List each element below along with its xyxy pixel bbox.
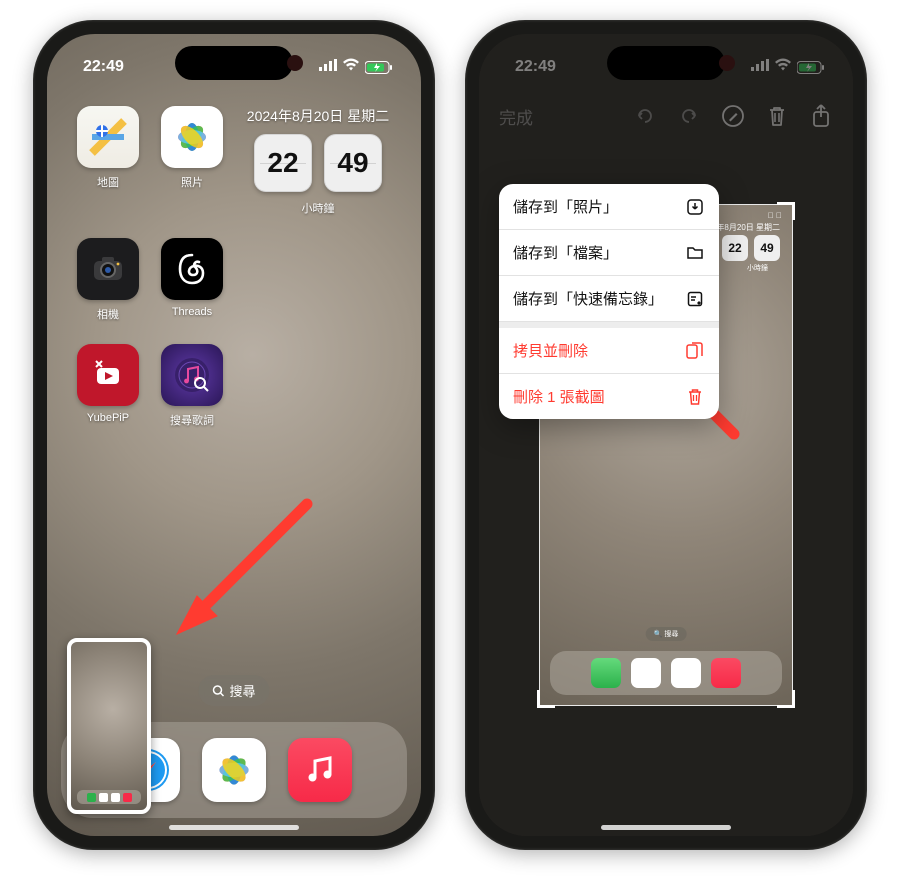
dock-photos[interactable] [202, 738, 266, 802]
status-time: 22:49 [83, 58, 124, 76]
search-label: 搜尋 [229, 681, 255, 700]
yubepip-icon [77, 344, 139, 406]
share-context-menu: 儲存到「照片」 儲存到「檔案」 儲存到「快速備忘錄」 拷貝並刪除 刪除 1 張截… [499, 184, 719, 419]
screenshot-thumbnail[interactable] [67, 638, 151, 814]
app-lyrics[interactable]: 搜尋歌詞 [155, 344, 229, 428]
trash-icon [685, 387, 705, 407]
menu-label: 儲存到「檔案」 [513, 242, 618, 263]
copy-delete-icon [685, 341, 705, 361]
crop-handle-br[interactable] [777, 690, 795, 708]
app-label: 地圖 [97, 174, 119, 190]
markup-screen: 22:49 完成 [479, 34, 853, 836]
search-pill[interactable]: 搜尋 [198, 675, 269, 706]
maps-icon [77, 106, 139, 168]
home-screen: 22:49 地圖 [47, 34, 421, 836]
battery-charging-icon [365, 61, 393, 74]
menu-label: 儲存到「照片」 [513, 196, 618, 217]
app-photos[interactable]: 照片 [155, 106, 229, 216]
menu-save-to-quick-note[interactable]: 儲存到「快速備忘錄」 [499, 276, 719, 322]
menu-label: 拷貝並刪除 [513, 340, 588, 361]
app-camera[interactable]: 相機 [71, 238, 145, 322]
clock-date: 2024年8月20日 星期二 [247, 106, 389, 126]
app-label: Threads [172, 306, 212, 318]
menu-label: 刪除 1 張截圖 [513, 386, 605, 407]
menu-copy-and-delete[interactable]: 拷貝並刪除 [499, 328, 719, 374]
camera-icon [77, 238, 139, 300]
phone-left: 22:49 地圖 [33, 20, 435, 850]
threads-icon [161, 238, 223, 300]
home-indicator[interactable] [169, 825, 299, 830]
app-label: 搜尋歌詞 [170, 412, 214, 428]
search-icon [212, 685, 224, 697]
clock-label: 小時鐘 [302, 200, 335, 216]
app-label: 照片 [181, 174, 203, 190]
app-grid: 地圖 照片 2024年8月20日 星期二 22 49 小時鐘 [47, 84, 421, 428]
home-indicator[interactable] [601, 825, 731, 830]
wifi-icon [342, 58, 360, 76]
phone-right: 22:49 完成 [465, 20, 867, 850]
dynamic-island [607, 46, 725, 80]
photos-icon [161, 106, 223, 168]
crop-handle-bl[interactable] [537, 690, 555, 708]
crop-handle-tr[interactable] [777, 202, 795, 220]
lyrics-icon [161, 344, 223, 406]
quick-note-icon [685, 289, 705, 309]
signal-icon [319, 58, 337, 76]
app-yubepip[interactable]: YubePiP [71, 344, 145, 428]
dock-music[interactable] [288, 738, 352, 802]
menu-save-to-files[interactable]: 儲存到「檔案」 [499, 230, 719, 276]
app-maps[interactable]: 地圖 [71, 106, 145, 216]
menu-delete-screenshot[interactable]: 刪除 1 張截圖 [499, 374, 719, 419]
clock-hour: 22 [254, 134, 312, 192]
app-label: YubePiP [87, 412, 129, 424]
app-threads[interactable]: Threads [155, 238, 229, 322]
save-to-photos-icon [685, 197, 705, 217]
clock-minute: 49 [324, 134, 382, 192]
folder-icon [685, 243, 705, 263]
menu-label: 儲存到「快速備忘錄」 [513, 288, 663, 309]
menu-save-to-photos[interactable]: 儲存到「照片」 [499, 184, 719, 230]
dynamic-island [175, 46, 293, 80]
annotation-arrow [157, 484, 327, 654]
app-label: 相機 [97, 306, 119, 322]
clock-widget[interactable]: 2024年8月20日 星期二 22 49 小時鐘 [239, 106, 397, 216]
